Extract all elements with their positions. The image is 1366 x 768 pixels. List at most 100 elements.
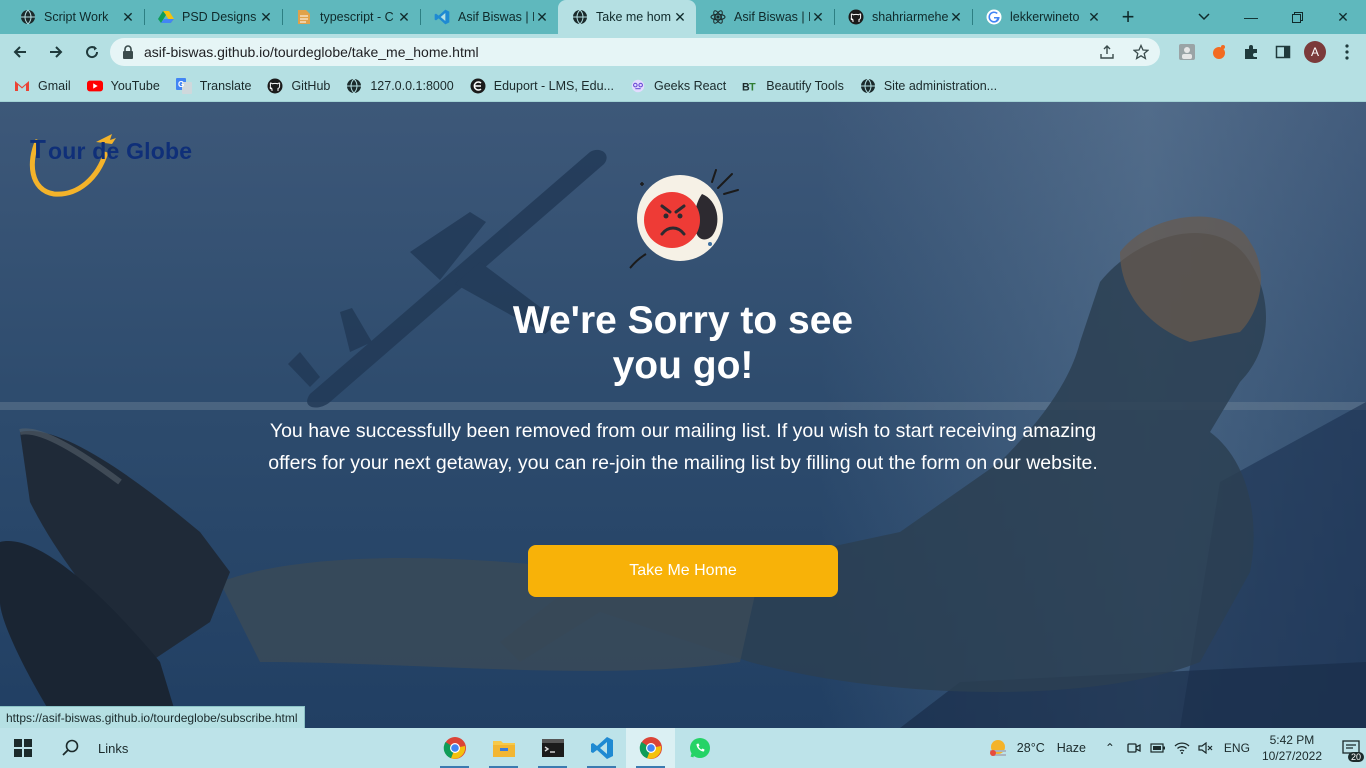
taskbar-chrome-active-icon[interactable]	[626, 728, 675, 768]
restore-icon[interactable]	[1274, 0, 1320, 34]
tab-close-icon[interactable]: ✕	[948, 9, 964, 25]
browser-tab[interactable]: PSD Designs ✕	[144, 0, 282, 34]
system-tray: 28°C Haze ⌃ ENG 5:42 PM 10/27/2022 20	[987, 728, 1366, 768]
language-indicator[interactable]: ENG	[1224, 741, 1250, 755]
browser-tab[interactable]: shahriarmehe ✕	[834, 0, 972, 34]
battery-icon[interactable]	[1150, 742, 1166, 754]
windows-taskbar: Links 28°C Haze ⌃ ENG 5:42 PM 10/27/2022…	[0, 728, 1366, 768]
bookmark-label: 127.0.0.1:8000	[370, 78, 454, 93]
sad-face-icon	[629, 169, 739, 269]
bookmark-item[interactable]: Site administration...	[860, 78, 997, 94]
bookmark-item[interactable]: Gmail	[14, 78, 71, 94]
youtube-icon	[86, 78, 103, 94]
bookmark-item[interactable]: GitHub	[267, 78, 330, 94]
new-tab-button[interactable]: +	[1110, 0, 1146, 34]
reload-icon[interactable]	[76, 36, 108, 68]
tray-icons: ⌃	[1102, 741, 1214, 755]
taskbar-search-label[interactable]: Links	[98, 741, 128, 756]
share-icon[interactable]	[1098, 43, 1116, 61]
weather-widget[interactable]: 28°C Haze	[987, 737, 1086, 759]
logo-letter-t: T	[30, 134, 46, 164]
lock-icon[interactable]	[122, 45, 136, 59]
taskbar-vscode-icon[interactable]	[577, 728, 626, 768]
tab-close-icon[interactable]: ✕	[258, 9, 274, 25]
taskbar-search[interactable]: Links	[46, 728, 216, 768]
bookmark-item[interactable]: 127.0.0.1:8000	[346, 78, 454, 94]
headline-line-1: We're Sorry to see	[512, 299, 854, 342]
tab-title: PSD Designs	[182, 10, 257, 24]
extension-orange-icon[interactable]	[1208, 38, 1230, 66]
close-window-icon[interactable]: ✕	[1320, 0, 1366, 34]
take-me-home-button[interactable]: Take Me Home	[528, 545, 838, 597]
unsubscribe-message: You have successfully been removed from …	[268, 420, 1098, 474]
bookmark-item[interactable]: B T Beautify Tools	[742, 78, 844, 94]
menu-kebab-icon[interactable]	[1336, 38, 1358, 66]
tour-de-globe-logo[interactable]: T our de Globe	[26, 132, 226, 198]
show-hidden-chevron-icon[interactable]: ⌃	[1102, 741, 1118, 755]
svg-text:G: G	[178, 80, 184, 89]
geeks-icon	[630, 78, 646, 94]
bookmark-label: Eduport - LMS, Edu...	[493, 78, 614, 93]
forward-arrow-icon[interactable]	[40, 36, 72, 68]
volume-muted-icon[interactable]	[1198, 742, 1214, 754]
tab-title: Take me hom	[596, 10, 672, 24]
meet-now-icon[interactable]	[1126, 741, 1142, 755]
profile-avatar[interactable]: A	[1304, 41, 1326, 63]
doc-icon	[296, 9, 312, 25]
taskbar-terminal-icon[interactable]	[528, 728, 577, 768]
url-text[interactable]: asif-biswas.github.io/tourdeglobe/take_m…	[144, 44, 479, 60]
address-bar[interactable]: asif-biswas.github.io/tourdeglobe/take_m…	[110, 38, 1160, 66]
wifi-icon[interactable]	[1174, 742, 1190, 754]
tab-close-icon[interactable]: ✕	[672, 9, 688, 25]
bookmark-item[interactable]: G Translate	[175, 77, 251, 94]
browser-tab[interactable]: lekkerwineto ✕	[972, 0, 1110, 34]
browser-tab[interactable]: Asif Biswas | F ✕	[420, 0, 558, 34]
bookmark-item[interactable]: Eduport - LMS, Edu...	[470, 78, 614, 94]
react-icon	[710, 9, 726, 25]
bookmark-item[interactable]: Geeks React	[630, 78, 726, 94]
tab-title: Script Work	[44, 10, 109, 24]
globe-icon	[20, 9, 36, 25]
minimize-icon[interactable]: —	[1228, 0, 1274, 34]
tab-close-icon[interactable]: ✕	[1086, 9, 1102, 25]
status-bar-url: https://asif-biswas.github.io/tourdeglob…	[0, 706, 305, 728]
taskbar-chrome-icon[interactable]	[430, 728, 479, 768]
notification-center-icon[interactable]: 20	[1336, 728, 1366, 768]
tab-search-chevron-icon[interactable]	[1192, 0, 1216, 34]
logo-text: our de Globe	[48, 138, 193, 164]
eduport-icon	[470, 78, 486, 94]
windows-start-icon[interactable]	[0, 728, 46, 768]
clock-date: 10/27/2022	[1261, 749, 1322, 763]
taskbar-clock[interactable]: 5:42 PM 10/27/2022	[1262, 732, 1322, 764]
tab-title: typescript - C	[320, 10, 394, 24]
side-panel-icon[interactable]	[1272, 38, 1294, 66]
taskbar-whatsapp-icon[interactable]	[675, 728, 724, 768]
extensions-puzzle-icon[interactable]	[1240, 38, 1262, 66]
tab-title: Asif Biswas | F	[458, 10, 534, 24]
globe-icon	[572, 9, 588, 25]
search-icon[interactable]	[62, 739, 80, 757]
extension-avatar-icon[interactable]	[1176, 38, 1198, 66]
browser-tab[interactable]: Take me hom ✕	[558, 0, 696, 34]
browser-toolbar: asif-biswas.github.io/tourdeglobe/take_m…	[0, 34, 1366, 70]
tab-list: Script Work ✕ PSD Designs ✕ typescript - C ✕ A…	[0, 0, 1110, 34]
tab-close-icon[interactable]: ✕	[396, 9, 412, 25]
tab-close-icon[interactable]: ✕	[534, 9, 550, 25]
bookmark-label: Beautify Tools	[766, 78, 844, 93]
bookmark-item[interactable]: YouTube	[86, 78, 160, 94]
back-arrow-icon[interactable]	[4, 36, 36, 68]
browser-tab[interactable]: typescript - C ✕	[282, 0, 420, 34]
browser-tab[interactable]: Script Work ✕	[6, 0, 144, 34]
window-controls: — ✕	[1228, 0, 1366, 34]
tab-close-icon[interactable]: ✕	[120, 9, 136, 25]
weather-haze-icon	[989, 740, 1006, 756]
google-icon	[986, 9, 1002, 25]
taskbar-file-explorer-icon[interactable]	[479, 728, 528, 768]
gmail-icon	[14, 78, 30, 94]
bookmark-star-icon[interactable]	[1132, 43, 1150, 61]
bookmark-label: Geeks React	[653, 78, 727, 93]
taskbar-apps	[430, 728, 724, 768]
tab-close-icon[interactable]: ✕	[810, 9, 826, 25]
browser-tab[interactable]: Asif Biswas | F ✕	[696, 0, 834, 34]
drive-icon	[158, 9, 174, 25]
